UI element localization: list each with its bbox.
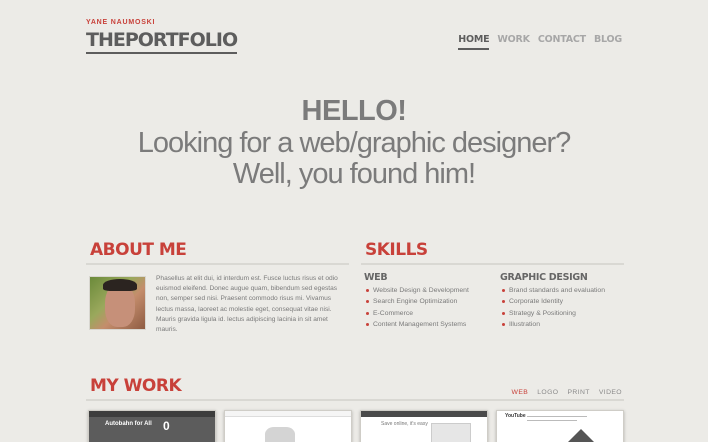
thumb-line xyxy=(527,416,587,417)
filter-print[interactable]: PRINT xyxy=(567,389,589,396)
list-item: Content Management Systems xyxy=(364,319,494,330)
filter-video[interactable]: VIDEO xyxy=(599,389,622,396)
thumb-line xyxy=(527,420,577,421)
about-divider xyxy=(86,263,349,265)
hero: HELLO! Looking for a web/graphic designe… xyxy=(0,95,708,190)
skills-divider xyxy=(361,263,624,265)
skills-graphic-title: GRAPHIC DESIGN xyxy=(500,272,588,283)
about-text: Phasellus at elit dui, id interdum est. … xyxy=(156,275,338,334)
list-item: Strategy & Positioning xyxy=(500,308,624,319)
skills-web: WEB Website Design & Development Search … xyxy=(364,272,494,331)
nav-blog[interactable]: BLOG xyxy=(594,34,622,50)
work-thumb-1[interactable]: Autobahn for All 0 xyxy=(88,410,216,442)
nav-contact[interactable]: CONTACT xyxy=(538,34,586,50)
thumb-logo: YouTube xyxy=(505,413,526,419)
skills-web-list: Website Design & Development Search Engi… xyxy=(364,285,494,331)
list-item: Corporate Identity xyxy=(500,296,624,307)
filter-logo[interactable]: LOGO xyxy=(537,389,558,396)
list-item: Brand standards and evaluation xyxy=(500,285,624,296)
nav-work[interactable]: WORK xyxy=(497,34,530,50)
filter-web[interactable]: WEB xyxy=(512,389,529,396)
work-filters: WEB LOGO PRINT VIDEO xyxy=(512,389,622,396)
main-nav: HOME WORK CONTACT BLOG xyxy=(458,34,622,50)
work-thumb-3[interactable]: Save online, it's easy xyxy=(360,410,488,442)
work-thumb-2[interactable] xyxy=(224,410,352,442)
about-heading: ABOUT ME xyxy=(90,240,187,260)
work-thumb-4[interactable]: YouTube xyxy=(496,410,624,442)
tent-icon xyxy=(567,429,595,442)
owner-name: YANE NAUMOSKI xyxy=(86,19,156,26)
hero-answer: Well, you found him! xyxy=(232,158,476,190)
list-item: Website Design & Development xyxy=(364,285,494,296)
brand[interactable]: YANE NAUMOSKI THEPORTFOLIO xyxy=(86,19,238,54)
skills-web-title: WEB xyxy=(364,272,388,283)
list-item: E-Commerce xyxy=(364,308,494,319)
hero-question: Looking for a web/graphic designer? xyxy=(137,127,572,159)
list-item: Illustration xyxy=(500,319,624,330)
work-heading: MY WORK xyxy=(90,376,182,396)
skills-heading: SKILLS xyxy=(365,240,428,260)
thumb-browser-bar xyxy=(225,411,351,417)
list-item: Search Engine Optimization xyxy=(364,296,494,307)
avatar-hair xyxy=(103,279,137,291)
avatar xyxy=(89,276,146,330)
site-title[interactable]: THEPORTFOLIO xyxy=(86,29,238,54)
thumb-caption: Autobahn for All xyxy=(105,421,152,427)
skills-graphic: GRAPHIC DESIGN Brand standards and evalu… xyxy=(500,272,624,331)
skills-graphic-list: Brand standards and evaluation Corporate… xyxy=(500,285,624,331)
work-divider xyxy=(86,399,624,401)
hero-greeting: HELLO! xyxy=(301,95,407,127)
thumb-screenshot xyxy=(431,423,471,442)
thumb-caption: Save online, it's easy xyxy=(381,421,428,427)
thumb-number: 0 xyxy=(163,419,170,433)
nav-home[interactable]: HOME xyxy=(458,34,490,50)
thumb-screenshot xyxy=(265,427,295,442)
thumb-browser-bar xyxy=(361,411,487,417)
